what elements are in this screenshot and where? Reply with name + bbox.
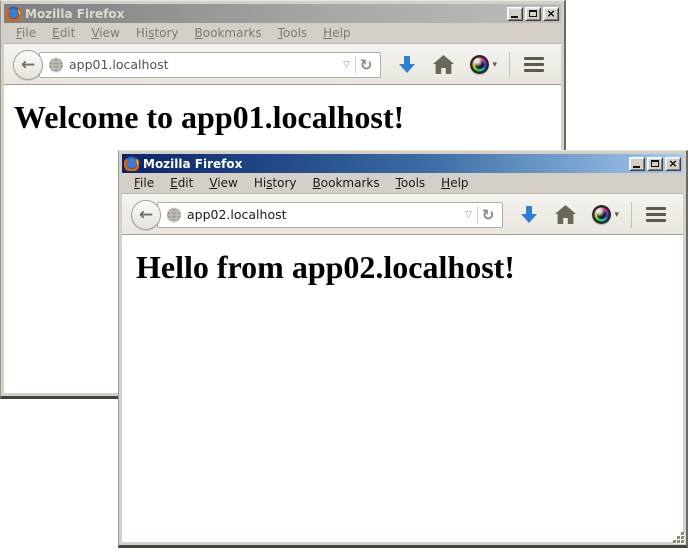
menu-file[interactable]: File <box>126 174 162 192</box>
close-icon: × <box>546 8 555 19</box>
back-icon: ← <box>139 205 153 225</box>
colorwheel-icon <box>592 205 611 224</box>
navigation-toolbar: ← ▽ ↻ <box>122 194 683 235</box>
minimize-button[interactable] <box>629 157 645 171</box>
colorwheel-addon-button[interactable]: ▾ <box>584 198 627 232</box>
close-button[interactable]: × <box>543 7 559 21</box>
chevron-down-icon: ▾ <box>614 210 619 220</box>
open-menu-button[interactable] <box>638 198 674 232</box>
page-content: Hello from app02.localhost! <box>122 235 683 542</box>
home-button[interactable] <box>547 198 584 232</box>
home-button[interactable] <box>425 48 462 82</box>
menu-bar: File Edit View History Bookmarks Tools H… <box>4 23 561 44</box>
url-input[interactable] <box>187 207 460 222</box>
menu-view[interactable]: View <box>201 174 245 192</box>
menu-help[interactable]: Help <box>433 174 476 192</box>
hamburger-menu-icon <box>646 207 666 210</box>
minimize-button[interactable] <box>507 7 523 21</box>
url-bar[interactable]: ▽ ↻ <box>39 52 381 78</box>
download-icon <box>397 55 417 75</box>
desktop: Mozilla Firefox × File Edit View History… <box>0 0 688 551</box>
menu-view[interactable]: View <box>83 24 127 42</box>
chevron-down-icon: ▾ <box>492 60 497 70</box>
menu-tools[interactable]: Tools <box>388 174 434 192</box>
front-browser-window: Mozilla Firefox × File Edit View History… <box>118 150 688 548</box>
download-button[interactable] <box>511 198 547 232</box>
urlbar-dropdown-icon[interactable]: ▽ <box>338 60 355 70</box>
menu-history[interactable]: History <box>128 24 187 42</box>
url-input[interactable] <box>69 57 338 72</box>
minimize-icon <box>511 16 518 18</box>
firefox-logo-icon <box>124 156 139 171</box>
minimize-icon <box>633 166 640 168</box>
home-icon <box>433 55 454 74</box>
toolbar-separator <box>631 202 632 228</box>
maximize-button[interactable] <box>525 7 541 21</box>
download-icon <box>519 205 539 225</box>
window-title: Mozilla Firefox <box>25 7 505 21</box>
back-icon: ← <box>21 55 35 75</box>
menu-help[interactable]: Help <box>315 24 358 42</box>
navigation-toolbar: ← ▽ ↻ <box>4 44 561 85</box>
titlebar[interactable]: Mozilla Firefox × <box>4 4 561 23</box>
menu-bar: File Edit View History Bookmarks Tools H… <box>122 173 683 194</box>
close-button[interactable]: × <box>665 157 681 171</box>
menu-edit[interactable]: Edit <box>162 174 201 192</box>
maximize-icon <box>651 160 659 167</box>
download-button[interactable] <box>389 48 425 82</box>
titlebar[interactable]: Mozilla Firefox × <box>122 154 683 173</box>
resize-grip[interactable] <box>671 530 685 544</box>
menu-tools[interactable]: Tools <box>270 24 316 42</box>
page-heading: Welcome to app01.localhost! <box>14 99 561 136</box>
menu-edit[interactable]: Edit <box>44 24 83 42</box>
colorwheel-addon-button[interactable]: ▾ <box>462 48 505 82</box>
window-title: Mozilla Firefox <box>143 157 627 171</box>
globe-site-icon <box>166 207 182 223</box>
menu-bookmarks[interactable]: Bookmarks <box>305 174 388 192</box>
reload-icon[interactable]: ↻ <box>478 206 499 224</box>
menu-bookmarks[interactable]: Bookmarks <box>187 24 270 42</box>
close-icon: × <box>668 158 677 169</box>
reload-icon[interactable]: ↻ <box>356 56 377 74</box>
firefox-logo-icon <box>6 6 21 21</box>
menu-history[interactable]: History <box>246 174 305 192</box>
maximize-button[interactable] <box>647 157 663 171</box>
maximize-icon <box>529 10 537 17</box>
toolbar-separator <box>509 52 510 78</box>
back-button[interactable]: ← <box>131 200 161 230</box>
open-menu-button[interactable] <box>516 48 552 82</box>
url-bar[interactable]: ▽ ↻ <box>157 202 503 228</box>
menu-file[interactable]: File <box>8 24 44 42</box>
home-icon <box>555 205 576 224</box>
colorwheel-icon <box>470 55 489 74</box>
urlbar-dropdown-icon[interactable]: ▽ <box>460 210 477 220</box>
globe-site-icon <box>48 57 64 73</box>
hamburger-menu-icon <box>524 57 544 60</box>
page-heading: Hello from app02.localhost! <box>136 249 683 286</box>
back-button[interactable]: ← <box>13 50 43 80</box>
